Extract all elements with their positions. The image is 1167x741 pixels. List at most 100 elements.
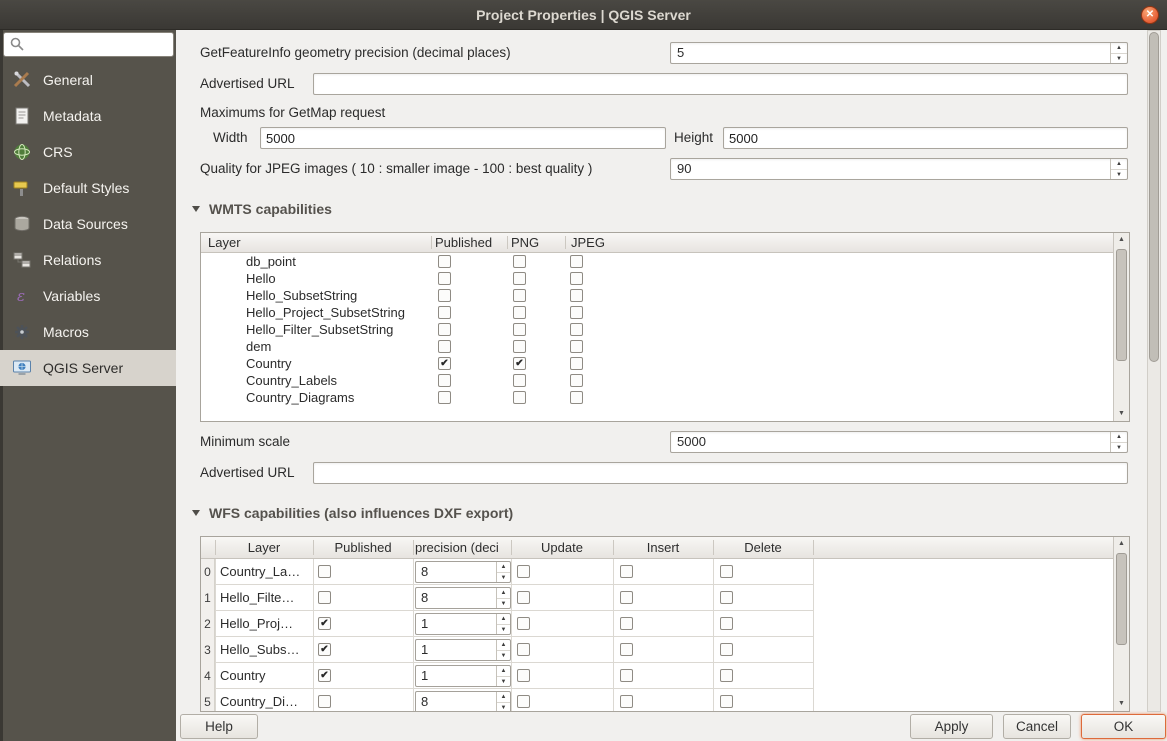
- wmts-row-Hello_Project_SubsetString[interactable]: Hello_Project_SubsetString: [201, 304, 1113, 321]
- spin-down-icon[interactable]: ▼: [497, 573, 510, 583]
- precision-spinbox[interactable]: 1▲▼: [415, 639, 511, 661]
- column-header-precision[interactable]: precision (deci: [415, 537, 510, 559]
- column-header-delete[interactable]: Delete: [744, 537, 782, 559]
- apply-button[interactable]: Apply: [910, 714, 993, 739]
- wmts-row-Hello_SubsetString[interactable]: Hello_SubsetString: [201, 287, 1113, 304]
- wfs-row-0[interactable]: 0Country_La…8▲▼: [201, 559, 1113, 585]
- wmts-section-header[interactable]: WMTS capabilities: [192, 200, 332, 218]
- delete-checkbox[interactable]: [720, 617, 733, 630]
- update-checkbox[interactable]: [517, 695, 530, 708]
- spin-down-icon[interactable]: ▼: [497, 651, 510, 661]
- scroll-up-icon[interactable]: ▲: [1114, 537, 1129, 551]
- published-checkbox[interactable]: [438, 391, 451, 404]
- wfs-row-1[interactable]: 1Hello_Filte…8▲▼: [201, 585, 1113, 611]
- published-checkbox[interactable]: [438, 306, 451, 319]
- column-header-layer[interactable]: Layer: [248, 537, 281, 559]
- delete-checkbox[interactable]: [720, 695, 733, 708]
- jpeg-checkbox[interactable]: [570, 340, 583, 353]
- published-checkbox[interactable]: [318, 565, 331, 578]
- jpeg-checkbox[interactable]: [570, 255, 583, 268]
- jpeg-checkbox[interactable]: [570, 306, 583, 319]
- spin-down-icon[interactable]: ▼: [1111, 443, 1127, 453]
- spin-down-icon[interactable]: ▼: [497, 599, 510, 609]
- main-scrollbar-handle[interactable]: [1149, 32, 1159, 362]
- jpeg-checkbox[interactable]: [570, 391, 583, 404]
- spin-up-icon[interactable]: ▲: [497, 614, 510, 625]
- jpeg-quality-spinbox[interactable]: 90 ▲▼: [670, 158, 1128, 180]
- spin-down-icon[interactable]: ▼: [497, 703, 510, 711]
- precision-spinbox[interactable]: 1▲▼: [415, 665, 511, 687]
- jpeg-checkbox[interactable]: [570, 272, 583, 285]
- insert-checkbox[interactable]: [620, 565, 633, 578]
- png-checkbox[interactable]: [513, 340, 526, 353]
- wfs-row-4[interactable]: 4Country✔1▲▼: [201, 663, 1113, 689]
- sidebar-item-metadata[interactable]: Metadata: [0, 98, 176, 134]
- wmts-row-Country[interactable]: Country✔✔: [201, 355, 1113, 372]
- column-header-update[interactable]: Update: [541, 537, 583, 559]
- sidebar-item-data-sources[interactable]: Data Sources: [0, 206, 176, 242]
- wfs-row-2[interactable]: 2Hello_Proj…✔1▲▼: [201, 611, 1113, 637]
- sidebar-item-qgis-server[interactable]: QGIS Server: [0, 350, 176, 386]
- precision-spinbox[interactable]: 8▲▼: [415, 561, 511, 583]
- update-checkbox[interactable]: [517, 617, 530, 630]
- sidebar-item-crs[interactable]: CRS: [0, 134, 176, 170]
- sidebar-item-variables[interactable]: εVariables: [0, 278, 176, 314]
- jpeg-checkbox[interactable]: [570, 357, 583, 370]
- spin-up-icon[interactable]: ▲: [497, 640, 510, 651]
- delete-checkbox[interactable]: [720, 669, 733, 682]
- spin-up-icon[interactable]: ▲: [497, 562, 510, 573]
- wmts-row-Hello[interactable]: Hello: [201, 270, 1113, 287]
- wfs-section-header[interactable]: WFS capabilities (also influences DXF ex…: [192, 504, 513, 522]
- height-input[interactable]: [723, 127, 1128, 149]
- published-checkbox[interactable]: [438, 340, 451, 353]
- cancel-button[interactable]: Cancel: [1003, 714, 1071, 739]
- wfs-row-5[interactable]: 5Country_Di…8▲▼: [201, 689, 1113, 711]
- precision-spinbox[interactable]: 8▲▼: [415, 587, 511, 609]
- wmts-row-db_point[interactable]: db_point: [201, 253, 1113, 270]
- column-header-png[interactable]: PNG: [511, 233, 539, 253]
- column-header-insert[interactable]: Insert: [647, 537, 680, 559]
- column-header-jpeg[interactable]: JPEG: [571, 233, 605, 253]
- wfs-table-scrollbar[interactable]: ▲ ▼: [1113, 537, 1129, 711]
- wmts-row-Country_Diagrams[interactable]: Country_Diagrams: [201, 389, 1113, 406]
- sidebar-item-macros[interactable]: Macros: [0, 314, 176, 350]
- ok-button[interactable]: OK: [1081, 714, 1166, 739]
- insert-checkbox[interactable]: [620, 617, 633, 630]
- advertised-url-input-2[interactable]: [313, 462, 1128, 484]
- spin-up-icon[interactable]: ▲: [1111, 159, 1127, 170]
- png-checkbox[interactable]: [513, 323, 526, 336]
- spin-up-icon[interactable]: ▲: [497, 666, 510, 677]
- jpeg-checkbox[interactable]: [570, 374, 583, 387]
- wmts-row-Country_Labels[interactable]: Country_Labels: [201, 372, 1113, 389]
- png-checkbox[interactable]: [513, 306, 526, 319]
- advertised-url-input[interactable]: [313, 73, 1128, 95]
- wmts-table-scrollbar[interactable]: ▲ ▼: [1113, 233, 1129, 421]
- png-checkbox[interactable]: [513, 255, 526, 268]
- scrollbar-handle[interactable]: [1116, 553, 1127, 645]
- insert-checkbox[interactable]: [620, 695, 633, 708]
- sidebar-item-general[interactable]: General: [0, 62, 176, 98]
- spin-up-icon[interactable]: ▲: [497, 692, 510, 703]
- jpeg-checkbox[interactable]: [570, 289, 583, 302]
- delete-checkbox[interactable]: [720, 591, 733, 604]
- delete-checkbox[interactable]: [720, 643, 733, 656]
- published-checkbox[interactable]: [438, 323, 451, 336]
- update-checkbox[interactable]: [517, 643, 530, 656]
- published-checkbox[interactable]: ✔: [318, 669, 331, 682]
- delete-checkbox[interactable]: [720, 565, 733, 578]
- wmts-row-dem[interactable]: dem: [201, 338, 1113, 355]
- published-checkbox[interactable]: [318, 695, 331, 708]
- sidebar-item-default-styles[interactable]: Default Styles: [0, 170, 176, 206]
- precision-spinbox[interactable]: 1▲▼: [415, 613, 511, 635]
- main-scrollbar[interactable]: [1147, 30, 1161, 712]
- getfeatureinfo-precision-spinbox[interactable]: 5 ▲▼: [670, 42, 1128, 64]
- scroll-down-icon[interactable]: ▼: [1114, 697, 1129, 711]
- spin-down-icon[interactable]: ▼: [497, 625, 510, 635]
- published-checkbox[interactable]: ✔: [438, 357, 451, 370]
- png-checkbox[interactable]: [513, 374, 526, 387]
- spin-down-icon[interactable]: ▼: [497, 677, 510, 687]
- spin-up-icon[interactable]: ▲: [1111, 432, 1127, 443]
- published-checkbox[interactable]: [438, 289, 451, 302]
- insert-checkbox[interactable]: [620, 643, 633, 656]
- spin-up-icon[interactable]: ▲: [1111, 43, 1127, 54]
